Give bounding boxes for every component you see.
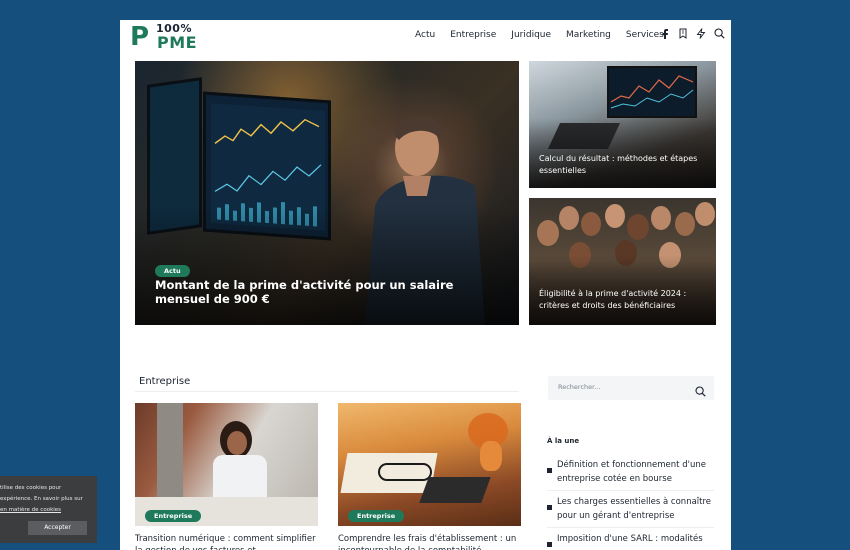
card-category-badge[interactable]: Entreprise — [348, 510, 405, 522]
nav-item-marketing[interactable]: Marketing — [566, 30, 611, 40]
hero-article[interactable]: Actu Montant de la prime d'activité pour… — [135, 61, 519, 325]
side-image-face — [559, 206, 579, 230]
sidebar-list-item[interactable]: Imposition d'une SARL : modalités — [547, 532, 714, 550]
card-category-badge[interactable]: Entreprise — [145, 510, 202, 522]
page-container: P 100% PME Actu Entreprise Juridique Mar… — [120, 20, 731, 550]
article-card-image[interactable]: Entreprise — [338, 403, 521, 526]
side-article-title[interactable]: Éligibilité à la prime d'activité 2024 :… — [539, 288, 707, 312]
card-image-vase — [480, 441, 502, 471]
nav-item-services[interactable]: Services — [626, 30, 664, 40]
card-image-glasses — [378, 463, 432, 481]
sidebar-list: Définition et fonctionnement d'une entre… — [547, 458, 714, 550]
card-image-person-face — [227, 431, 247, 455]
card-image-calculator — [419, 477, 491, 503]
article-card-title[interactable]: Comprendre les frais d'établissement : u… — [338, 533, 521, 550]
side-image-face — [627, 214, 649, 240]
section-divider — [135, 391, 519, 392]
nav-item-juridique[interactable]: Juridique — [511, 30, 551, 40]
side-image-face — [675, 212, 695, 236]
side-image-face — [695, 202, 715, 226]
side-article-1[interactable]: Calcul du résultat : méthodes et étapes … — [529, 61, 716, 188]
hero-overlay — [135, 205, 519, 325]
logo-mark: P — [130, 22, 150, 52]
cookie-text: tilise des cookies pour expérience. En s… — [0, 483, 95, 516]
side-image-face — [537, 220, 559, 246]
site-logo[interactable]: P 100% PME — [130, 22, 210, 52]
side-article-2[interactable]: Éligibilité à la prime d'activité 2024 :… — [529, 198, 716, 325]
search-input[interactable]: Rechercher... — [558, 383, 600, 391]
cookie-text-line: tilise des cookies pour — [0, 485, 62, 491]
site-header: P 100% PME Actu Entreprise Juridique Mar… — [120, 20, 731, 54]
article-card-title[interactable]: Transition numérique : comment simplifie… — [135, 533, 318, 550]
side-image-face — [605, 204, 625, 228]
sidebar-heading: À la une — [547, 437, 580, 445]
bolt-icon[interactable] — [696, 28, 706, 39]
sidebar-list-item[interactable]: Définition et fonctionnement d'une entre… — [547, 458, 714, 491]
facebook-icon[interactable] — [660, 28, 670, 39]
hero-title[interactable]: Montant de la prime d'activité pour un s… — [155, 278, 505, 306]
sidebar-list-item[interactable]: Les charges essentielles à connaître pou… — [547, 495, 714, 528]
hero-category-badge[interactable]: Actu — [155, 265, 190, 277]
logo-name: PME — [157, 33, 198, 52]
cookie-accept-button[interactable]: Accepter — [28, 521, 87, 535]
side-image-face — [651, 206, 671, 230]
nav-item-entreprise[interactable]: Entreprise — [450, 30, 496, 40]
cookie-text-line: expérience. En savoir plus sur — [0, 496, 83, 502]
article-card-image[interactable]: Entreprise — [135, 403, 318, 526]
bookmark-icon[interactable] — [678, 28, 688, 39]
side-image-screen — [607, 66, 697, 118]
search-icon[interactable] — [695, 382, 706, 401]
section-title[interactable]: Entreprise — [139, 376, 190, 387]
side-article-title[interactable]: Calcul du résultat : méthodes et étapes … — [539, 153, 707, 177]
nav-item-actu[interactable]: Actu — [415, 30, 435, 40]
main-nav: Actu Entreprise Juridique Marketing Serv… — [415, 30, 679, 40]
header-icons — [660, 28, 725, 39]
cookie-policy-link[interactable]: en matière de cookies — [0, 505, 95, 516]
search-icon[interactable] — [714, 28, 725, 39]
sidebar-search[interactable]: Rechercher... — [548, 376, 714, 400]
cookie-banner: tilise des cookies pour expérience. En s… — [0, 476, 97, 543]
side-image-face — [581, 212, 601, 236]
